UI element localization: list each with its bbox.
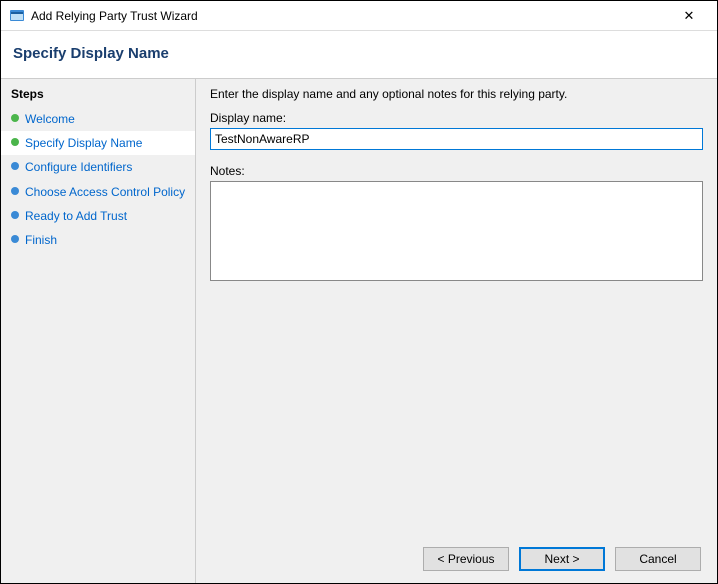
step-label: Configure Identifiers [25, 159, 132, 175]
previous-button[interactable]: < Previous [423, 547, 509, 571]
notes-textarea[interactable] [210, 181, 703, 281]
wizard-body: Steps Welcome Specify Display Name Confi… [1, 79, 717, 583]
display-name-input[interactable] [210, 128, 703, 150]
steps-header: Steps [1, 83, 195, 107]
app-icon [9, 8, 25, 24]
step-bullet-icon [11, 114, 19, 122]
page-header: Specify Display Name [1, 31, 717, 79]
wizard-window: Add Relying Party Trust Wizard ✕ Specify… [0, 0, 718, 584]
titlebar: Add Relying Party Trust Wizard ✕ [1, 1, 717, 31]
next-button[interactable]: Next > [519, 547, 605, 571]
step-bullet-icon [11, 187, 19, 195]
display-name-label: Display name: [210, 111, 703, 125]
step-choose-access-control-policy[interactable]: Choose Access Control Policy [1, 180, 195, 204]
step-label: Finish [25, 232, 57, 248]
step-label: Choose Access Control Policy [25, 184, 185, 200]
steps-sidebar: Steps Welcome Specify Display Name Confi… [1, 79, 196, 583]
close-button[interactable]: ✕ [669, 2, 709, 30]
cancel-button[interactable]: Cancel [615, 547, 701, 571]
step-specify-display-name[interactable]: Specify Display Name [1, 131, 195, 155]
step-label: Specify Display Name [25, 135, 142, 151]
step-ready-to-add-trust[interactable]: Ready to Add Trust [1, 204, 195, 228]
close-icon: ✕ [684, 8, 695, 24]
button-row: < Previous Next > Cancel [210, 537, 703, 573]
step-finish[interactable]: Finish [1, 228, 195, 252]
notes-label: Notes: [210, 164, 703, 178]
page-title: Specify Display Name [13, 45, 705, 62]
step-label: Ready to Add Trust [25, 208, 127, 224]
step-bullet-icon [11, 162, 19, 170]
step-bullet-icon [11, 138, 19, 146]
step-welcome[interactable]: Welcome [1, 107, 195, 131]
step-bullet-icon [11, 235, 19, 243]
step-label: Welcome [25, 111, 75, 127]
window-title: Add Relying Party Trust Wizard [31, 9, 669, 23]
step-configure-identifiers[interactable]: Configure Identifiers [1, 155, 195, 179]
instruction-text: Enter the display name and any optional … [210, 87, 703, 101]
step-bullet-icon [11, 211, 19, 219]
main-panel: Enter the display name and any optional … [196, 79, 717, 583]
